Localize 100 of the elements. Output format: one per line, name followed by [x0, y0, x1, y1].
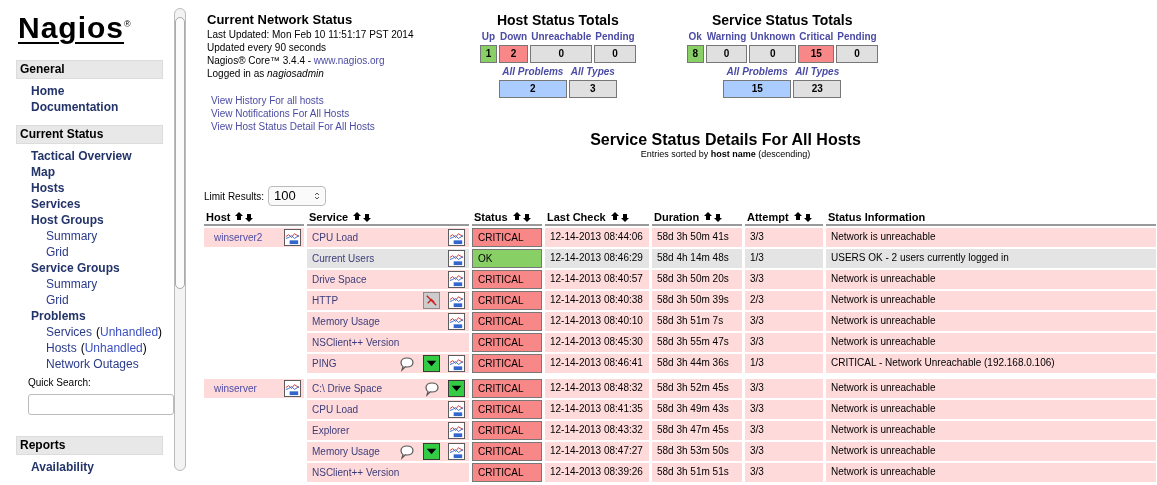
nav-link[interactable]: Hosts — [31, 180, 174, 196]
count-cell[interactable]: 15 — [723, 80, 792, 98]
sort-arrows-icon[interactable] — [792, 212, 813, 222]
nav-link[interactable]: Hosts — [46, 340, 77, 356]
crossed-out-icon[interactable] — [423, 292, 440, 309]
details-title: Service Status Details For All Hosts — [590, 131, 861, 149]
host-link[interactable]: winserver — [214, 381, 257, 396]
speech-bubble-icon[interactable] — [399, 443, 415, 460]
nav-link[interactable]: Tactical Overview — [31, 148, 174, 164]
nav-link[interactable]: Network Outages — [46, 356, 139, 372]
totals-label[interactable]: Warning — [705, 31, 748, 43]
graph-icon[interactable] — [448, 313, 465, 330]
login-text: Logged in as nagiosadmin — [207, 67, 325, 80]
service-link[interactable]: C:\ Drive Space — [312, 381, 383, 396]
nav-link[interactable]: Services — [46, 324, 92, 340]
count-cell[interactable]: 8 — [686, 45, 704, 63]
totals-label[interactable]: Unreachable — [530, 31, 593, 43]
graph-icon[interactable] — [448, 443, 465, 460]
count-cell[interactable]: 2 — [499, 45, 529, 63]
count-cell[interactable]: 0 — [836, 45, 878, 63]
count-cell[interactable]: 0 — [705, 45, 748, 63]
status-info-cell: Network is unreachable — [826, 228, 1156, 247]
nav-link[interactable]: Availability — [31, 459, 174, 475]
nav-link[interactable]: Host Groups — [31, 212, 174, 228]
sort-arrows-icon[interactable] — [234, 212, 255, 222]
service-link[interactable]: NSClient++ Version — [312, 465, 400, 480]
totals-label[interactable]: Down — [499, 31, 529, 43]
count-cell[interactable]: 23 — [793, 80, 842, 98]
graph-icon[interactable] — [448, 355, 465, 372]
graph-icon[interactable] — [448, 292, 465, 309]
graph-icon[interactable] — [448, 422, 465, 439]
count-cell[interactable]: 1 — [480, 45, 497, 63]
last-check-cell: 12-14-2013 08:48:32 — [545, 379, 649, 398]
scrollbar-thumb[interactable] — [175, 17, 185, 289]
graph-icon[interactable] — [448, 401, 465, 418]
last-check-cell: 12-14-2013 08:45:30 — [545, 333, 649, 352]
totals-label[interactable]: All Types — [569, 66, 616, 78]
graph-icon[interactable] — [448, 271, 465, 288]
service-link[interactable]: Explorer — [312, 423, 350, 438]
graph-icon[interactable] — [284, 229, 301, 246]
totals-label[interactable]: Critical — [798, 31, 835, 43]
host-link[interactable]: winserver2 — [214, 230, 263, 245]
nav-link[interactable]: Unhandled — [84, 340, 143, 356]
vertical-scrollbar[interactable] — [174, 8, 186, 471]
speech-bubble-icon[interactable] — [424, 380, 440, 397]
totals-label[interactable]: All Types — [794, 66, 841, 78]
nav-link[interactable]: Services — [31, 196, 174, 212]
totals-label[interactable]: Ok — [687, 31, 703, 43]
count-cell[interactable]: 0 — [530, 45, 593, 63]
attempt-cell: 1/3 — [745, 354, 823, 373]
service-link[interactable]: Memory Usage — [312, 314, 380, 329]
nav-link[interactable]: Summary — [46, 228, 98, 244]
totals-label[interactable]: Pending — [594, 31, 636, 43]
nav-link[interactable]: Problems — [31, 308, 174, 324]
search-field[interactable] — [28, 393, 174, 415]
service-link[interactable]: NSClient++ Version — [312, 335, 400, 350]
nav-link[interactable]: Unhandled — [100, 324, 159, 340]
nav-link[interactable]: Summary — [46, 276, 98, 292]
sort-arrows-icon[interactable] — [511, 212, 532, 222]
totals-label[interactable]: All Problems — [725, 66, 789, 78]
service-link[interactable]: CPU Load — [312, 230, 359, 245]
view-link[interactable]: View Notifications For All Hosts — [211, 107, 474, 120]
column-header: Attempt — [747, 210, 789, 224]
totals-label[interactable]: Unknown — [749, 31, 797, 43]
last-check-cell: 12-14-2013 08:41:35 — [545, 400, 649, 419]
nav-link[interactable]: Grid — [46, 292, 69, 308]
count-cell[interactable]: 0 — [749, 45, 797, 63]
sort-arrows-icon[interactable] — [609, 212, 630, 222]
count-cell[interactable]: 2 — [498, 80, 567, 98]
nav-link[interactable]: Documentation — [31, 99, 174, 115]
graph-icon[interactable] — [448, 229, 465, 246]
nav-link[interactable]: Service Groups — [31, 260, 174, 276]
duration-cell: 58d 3h 47m 45s — [652, 421, 742, 440]
totals-label[interactable]: Pending — [836, 31, 878, 43]
count-cell[interactable]: 3 — [568, 80, 617, 98]
speech-bubble-icon[interactable] — [399, 355, 415, 372]
sort-arrows-icon[interactable] — [352, 212, 373, 222]
service-link[interactable]: Current Users — [312, 251, 375, 266]
status-badge: CRITICAL — [472, 312, 542, 331]
view-link[interactable]: View History For all hosts — [211, 94, 474, 107]
count-cell[interactable]: 0 — [594, 45, 636, 63]
nav-link[interactable]: Home — [31, 83, 174, 99]
service-link[interactable]: PING — [312, 356, 337, 371]
service-link[interactable]: CPU Load — [312, 402, 359, 417]
column-header: Last Check — [547, 210, 606, 224]
sort-arrows-icon[interactable] — [703, 212, 724, 222]
totals-label[interactable]: Up — [480, 31, 497, 43]
nav-link[interactable]: Map — [31, 164, 174, 180]
limit-select[interactable]: 100 — [268, 186, 326, 206]
graph-icon[interactable] — [448, 250, 465, 267]
graph-icon[interactable] — [284, 380, 301, 397]
service-link[interactable]: Memory Usage — [312, 444, 380, 459]
duration-cell: 58d 3h 51m 51s — [652, 463, 742, 482]
nav-link[interactable]: Grid — [46, 244, 69, 260]
totals-label[interactable]: All Problems — [501, 66, 565, 78]
count-cell[interactable]: 15 — [798, 45, 835, 63]
service-link[interactable]: Drive Space — [312, 272, 367, 287]
service-link[interactable]: HTTP — [312, 293, 339, 308]
site-link[interactable]: www.nagios.org — [313, 54, 385, 67]
view-link[interactable]: View Host Status Detail For All Hosts — [211, 120, 474, 133]
